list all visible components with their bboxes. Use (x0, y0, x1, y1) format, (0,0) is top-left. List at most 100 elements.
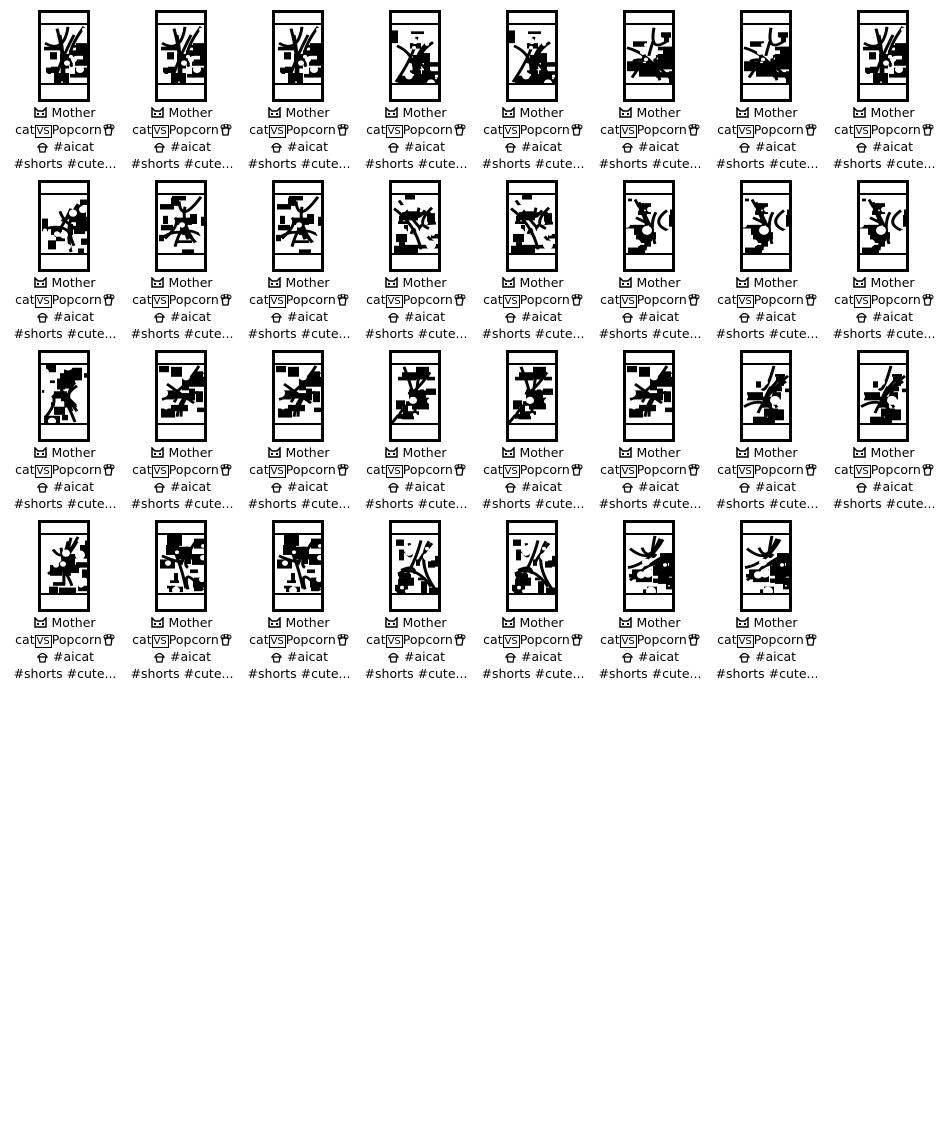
video-thumbnail[interactable] (272, 350, 324, 442)
thumbnail-image (392, 535, 438, 593)
video-thumbnail[interactable] (740, 10, 792, 102)
cat-face-icon (853, 107, 867, 118)
video-thumbnail[interactable] (38, 520, 90, 612)
video-title[interactable]: Mother cat VS Popcorn #aicat #shorts #cute… (349, 444, 483, 512)
title-line-1: Mother (519, 615, 564, 630)
video-thumbnail[interactable] (389, 180, 441, 272)
thumbnail-image (275, 195, 321, 253)
title-line-2-left: cat (600, 292, 620, 307)
video-thumbnail[interactable] (155, 350, 207, 442)
video-thumbnail[interactable] (623, 180, 675, 272)
thumbnail-image (860, 365, 906, 423)
video-thumbnail[interactable] (38, 180, 90, 272)
popcorn-icon (922, 464, 934, 476)
video-title[interactable]: Mother cat VS Popcorn #aicat #shorts #cute… (115, 104, 249, 172)
title-line-4: #shorts #cute... (364, 496, 468, 511)
video-thumbnail[interactable] (272, 520, 324, 612)
video-thumbnail[interactable] (623, 520, 675, 612)
video-card-8[interactable]: Mother cat VS Popcorn #aicat #shorts #cute… (833, 8, 951, 178)
video-title[interactable]: Mother cat VS Popcorn #aicat #shorts #cute… (115, 274, 249, 342)
video-thumbnail[interactable] (506, 350, 558, 442)
video-title[interactable]: Mother cat VS Popcorn #aicat #shorts #cute… (700, 444, 834, 512)
video-thumbnail[interactable] (857, 180, 909, 272)
video-thumbnail[interactable] (857, 10, 909, 102)
title-line-4: #shorts #cute... (247, 666, 351, 681)
video-thumbnail[interactable] (155, 180, 207, 272)
video-title[interactable]: Mother cat VS Popcorn #aicat #shorts #cute… (817, 444, 951, 512)
video-thumbnail[interactable] (623, 350, 675, 442)
video-card-31[interactable]: Mother cat VS Popcorn #aicat #shorts #cute… (716, 518, 837, 688)
video-title[interactable]: Mother cat VS Popcorn #aicat #shorts #cute… (0, 614, 132, 682)
title-line-2-right: Popcorn (870, 292, 921, 307)
title-line-2-right: Popcorn (636, 632, 687, 647)
video-title[interactable]: Mother cat VS Popcorn #aicat #shorts #cute… (583, 104, 717, 172)
video-thumbnail[interactable] (389, 10, 441, 102)
video-title[interactable]: Mother cat VS Popcorn #aicat #shorts #cute… (583, 444, 717, 512)
video-thumbnail[interactable] (857, 350, 909, 442)
video-title[interactable]: Mother cat VS Popcorn #aicat #shorts #cute… (115, 444, 249, 512)
video-thumbnail[interactable] (38, 350, 90, 442)
video-title[interactable]: Mother cat VS Popcorn #aicat #shorts #cute… (466, 104, 600, 172)
popcorn-icon (337, 464, 349, 476)
vs-badge: VS (619, 125, 637, 138)
video-thumbnail[interactable] (389, 350, 441, 442)
video-title[interactable]: Mother cat VS Popcorn #aicat #shorts #cute… (700, 614, 834, 682)
video-thumbnail[interactable] (506, 520, 558, 612)
cat-face-icon (34, 447, 48, 458)
video-title[interactable]: Mother cat VS Popcorn #aicat #shorts #cute… (583, 274, 717, 342)
video-thumbnail[interactable] (740, 520, 792, 612)
video-title[interactable]: Mother cat VS Popcorn #aicat #shorts #cute… (0, 274, 132, 342)
video-thumbnail[interactable] (740, 350, 792, 442)
video-title[interactable]: Mother cat VS Popcorn #aicat #shorts #cute… (232, 444, 366, 512)
title-line-1: Mother (168, 275, 213, 290)
video-thumbnail[interactable] (389, 520, 441, 612)
video-thumbnail[interactable] (506, 10, 558, 102)
title-line-2-left: cat (249, 122, 269, 137)
video-title[interactable]: Mother cat VS Popcorn #aicat #shorts #cute… (349, 614, 483, 682)
video-title[interactable]: Mother cat VS Popcorn #aicat #shorts #cute… (817, 274, 951, 342)
video-thumbnail[interactable] (272, 10, 324, 102)
title-line-3: #aicat (754, 139, 797, 154)
vs-badge: VS (268, 125, 286, 138)
vs-badge: VS (502, 635, 520, 648)
video-title[interactable]: Mother cat VS Popcorn #aicat #shorts #cute… (700, 104, 834, 172)
video-title[interactable]: Mother cat VS Popcorn #aicat #shorts #cute… (0, 104, 132, 172)
video-thumbnail[interactable] (740, 180, 792, 272)
title-line-2-left: cat (483, 462, 503, 477)
video-title[interactable]: Mother cat VS Popcorn #aicat #shorts #cute… (466, 614, 600, 682)
video-thumbnail[interactable] (38, 10, 90, 102)
thumbnail-image (41, 25, 87, 83)
video-title[interactable]: Mother cat VS Popcorn #aicat #shorts #cute… (700, 274, 834, 342)
video-title[interactable]: Mother cat VS Popcorn #aicat #shorts #cute… (349, 104, 483, 172)
cupcake-icon (621, 482, 634, 493)
video-title[interactable]: Mother cat VS Popcorn #aicat #shorts #cute… (466, 274, 600, 342)
video-title[interactable]: Mother cat VS Popcorn #aicat #shorts #cute… (232, 274, 366, 342)
title-line-3: #aicat (754, 309, 797, 324)
cat-face-icon (268, 617, 282, 628)
title-line-2-right: Popcorn (636, 462, 687, 477)
thumbnail-image (275, 535, 321, 593)
video-thumbnail[interactable] (623, 10, 675, 102)
video-thumbnail[interactable] (506, 180, 558, 272)
title-line-3: #aicat (169, 139, 212, 154)
video-title[interactable]: Mother cat VS Popcorn #aicat #shorts #cute… (583, 614, 717, 682)
cat-face-icon (619, 447, 633, 458)
video-title[interactable]: Mother cat VS Popcorn #aicat #shorts #cute… (466, 444, 600, 512)
video-title[interactable]: Mother cat VS Popcorn #aicat #shorts #cute… (817, 104, 951, 172)
video-title[interactable]: Mother cat VS Popcorn #aicat #shorts #cute… (349, 274, 483, 342)
video-thumbnail[interactable] (272, 180, 324, 272)
title-line-2-left: cat (15, 122, 35, 137)
title-line-1: Mother (285, 275, 330, 290)
video-title[interactable]: Mother cat VS Popcorn #aicat #shorts #cute… (0, 444, 132, 512)
video-title[interactable]: Mother cat VS Popcorn #aicat #shorts #cute… (232, 614, 366, 682)
video-title[interactable]: Mother cat VS Popcorn #aicat #shorts #cute… (232, 104, 366, 172)
video-title[interactable]: Mother cat VS Popcorn #aicat #shorts #cute… (115, 614, 249, 682)
video-card-24[interactable]: Mother cat VS Popcorn #aicat #shorts #cute… (833, 348, 951, 518)
cupcake-icon (621, 312, 634, 323)
title-line-2-left: cat (834, 122, 854, 137)
cupcake-icon (387, 142, 400, 153)
video-thumbnail[interactable] (155, 10, 207, 102)
video-thumbnail[interactable] (155, 520, 207, 612)
video-card-16[interactable]: Mother cat VS Popcorn #aicat #shorts #cute… (833, 178, 951, 348)
vs-badge: VS (34, 295, 52, 308)
